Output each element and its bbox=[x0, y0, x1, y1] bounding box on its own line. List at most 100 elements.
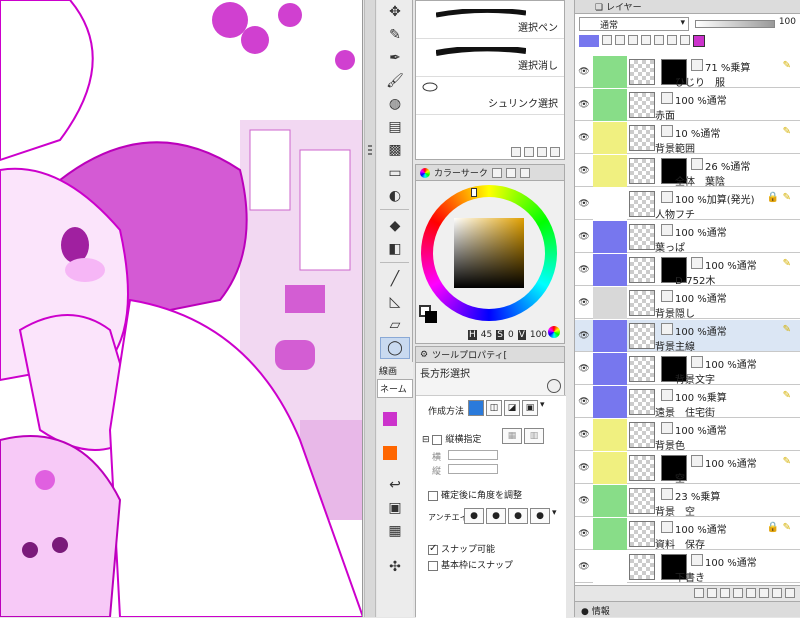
eye-icon[interactable]: 👁 bbox=[575, 287, 593, 319]
new-icon[interactable] bbox=[537, 147, 547, 157]
merge-down-icon[interactable] bbox=[733, 588, 743, 598]
layer-name[interactable]: 背景文字 bbox=[675, 371, 715, 386]
color-mode-icon[interactable] bbox=[548, 326, 560, 338]
eye-icon[interactable]: 👁 bbox=[575, 485, 593, 517]
layer-name[interactable]: D-752木 bbox=[675, 272, 715, 287]
layer-row[interactable]: 👁 100 %通常 下書き bbox=[575, 551, 800, 584]
add-selection-icon[interactable]: ◫ bbox=[486, 400, 502, 416]
layer-row[interactable]: 👁 100 %加算(発光) 人物フチ ✎ 🔒 bbox=[575, 188, 800, 221]
layer-name[interactable]: 背景 空 bbox=[655, 503, 695, 518]
fill-icon[interactable]: ◆ bbox=[380, 215, 410, 237]
info-panel-tab[interactable]: ● 情報 bbox=[575, 601, 800, 617]
hue-handle[interactable] bbox=[471, 188, 477, 197]
line-icon[interactable]: ╱ bbox=[380, 268, 410, 290]
aspect-option[interactable]: ⊟ 縦横指定 bbox=[422, 432, 481, 445]
reference-icon[interactable] bbox=[615, 35, 625, 45]
orange-color-swatch[interactable] bbox=[383, 446, 397, 460]
eye-icon[interactable]: 👁 bbox=[575, 56, 593, 88]
basic-frame-snap-checkbox[interactable] bbox=[428, 560, 438, 571]
opacity-value[interactable]: 100 bbox=[779, 17, 796, 27]
hue-ring[interactable] bbox=[421, 185, 557, 321]
opacity-slider[interactable] bbox=[695, 20, 775, 28]
settings-icon[interactable] bbox=[511, 147, 521, 157]
zoom-icon[interactable] bbox=[547, 379, 561, 393]
delete-layer-icon[interactable] bbox=[785, 588, 795, 598]
layer-row[interactable]: 👁 100 %通常 背景隠し bbox=[575, 287, 800, 320]
layer-row[interactable]: 👁 100 %通常 資料 保存 ✎ 🔒 bbox=[575, 518, 800, 551]
pen-icon[interactable]: ✒ bbox=[380, 47, 410, 69]
color-set-tab-icon[interactable] bbox=[491, 167, 502, 178]
layer-row[interactable]: 👁 100 %通常 背景色 bbox=[575, 419, 800, 452]
subtool-selection-eraser[interactable]: 選択消し bbox=[416, 39, 564, 77]
subtool-shrink-selection[interactable]: シュリンク選択 bbox=[416, 77, 564, 115]
mask-icon[interactable] bbox=[746, 588, 756, 598]
gradient-icon[interactable]: ◧ bbox=[380, 238, 410, 260]
blend-mode-select[interactable]: 通常 ▾ bbox=[579, 17, 689, 31]
lock-icon[interactable]: 🔒 bbox=[767, 522, 779, 533]
layer-name[interactable]: 背景主線 bbox=[655, 338, 695, 353]
layer-color-icon[interactable] bbox=[579, 35, 599, 47]
layer-name[interactable]: 遠景 住宅街 bbox=[655, 404, 715, 419]
height-field[interactable] bbox=[448, 464, 498, 474]
new-vector-layer-icon[interactable] bbox=[707, 588, 717, 598]
angle-checkbox[interactable] bbox=[428, 490, 438, 501]
angle-option[interactable]: 確定後に角度を調整 bbox=[428, 488, 522, 501]
layer-name[interactable]: 全体 葉陰 bbox=[675, 173, 725, 188]
eye-icon[interactable]: 👁 bbox=[575, 452, 593, 484]
layer-name[interactable]: 葉っぱ bbox=[655, 239, 685, 254]
eye-icon[interactable]: 👁 bbox=[575, 419, 593, 451]
collapse-icon[interactable]: ⊟ bbox=[422, 435, 430, 445]
drawing-canvas[interactable] bbox=[0, 0, 363, 617]
layer-name[interactable]: 人物フチ bbox=[655, 206, 695, 221]
width-field[interactable] bbox=[448, 450, 498, 460]
decoration-icon[interactable]: ▤ bbox=[380, 116, 410, 138]
color-panel-swatches[interactable] bbox=[419, 305, 437, 323]
subtract-selection-icon[interactable]: ◪ bbox=[504, 400, 520, 416]
ruler-icon[interactable]: ◺ bbox=[380, 291, 410, 313]
antialias-none-icon[interactable]: ● bbox=[464, 508, 484, 524]
eye-icon[interactable]: 👁 bbox=[575, 89, 593, 121]
eye-icon[interactable]: 👁 bbox=[575, 386, 593, 418]
layer-name[interactable]: 下書き bbox=[675, 569, 705, 584]
quick-label-name[interactable]: ネーム bbox=[377, 379, 413, 398]
eye-icon[interactable]: 👁 bbox=[575, 221, 593, 253]
lasso-select-icon[interactable]: ◯ bbox=[380, 337, 410, 359]
ruler-range-icon[interactable] bbox=[680, 35, 690, 45]
layer-name[interactable]: 空 bbox=[675, 470, 685, 485]
navigator-icon[interactable]: ✣ bbox=[380, 556, 410, 578]
aspect-ratio-icon[interactable]: ▥ bbox=[524, 428, 544, 444]
trash-icon[interactable] bbox=[550, 147, 560, 157]
mask-enable-icon[interactable] bbox=[667, 35, 677, 45]
snap-checkbox[interactable] bbox=[428, 543, 438, 555]
layer-row[interactable]: 👁 23 %乗算 背景 空 bbox=[575, 485, 800, 518]
basic-frame-snap-option[interactable]: 基本枠にスナップ bbox=[428, 558, 513, 571]
draft-icon[interactable] bbox=[628, 35, 638, 45]
move-icon[interactable]: ✥ bbox=[380, 1, 410, 23]
eye-icon[interactable]: 👁 bbox=[575, 155, 593, 187]
magenta-color-swatch[interactable] bbox=[383, 412, 397, 426]
snap-option[interactable]: スナップ可能 bbox=[428, 542, 495, 555]
copy-icon[interactable] bbox=[524, 147, 534, 157]
eye-icon[interactable]: 👁 bbox=[575, 320, 593, 352]
copy-layer-icon[interactable] bbox=[772, 588, 782, 598]
document-icon[interactable]: ▣ bbox=[380, 497, 410, 519]
panel-splitter[interactable] bbox=[364, 0, 376, 617]
undo-icon[interactable]: ↩ bbox=[380, 474, 410, 496]
color-history-tab-icon[interactable] bbox=[505, 167, 516, 178]
eye-icon[interactable]: 👁 bbox=[575, 254, 593, 286]
eye-icon[interactable]: 👁 bbox=[575, 551, 593, 583]
layer-row[interactable]: 👁 10 %通常 背景範囲 ✎ bbox=[575, 122, 800, 155]
lock-icon[interactable]: 🔒 bbox=[767, 192, 779, 203]
layer-row[interactable]: 👁 100 %通常 葉っぱ bbox=[575, 221, 800, 254]
lock-icon[interactable] bbox=[641, 35, 651, 45]
frame-icon[interactable]: ▱ bbox=[380, 314, 410, 336]
intersect-selection-icon[interactable]: ▣ bbox=[522, 400, 538, 416]
lock-transparent-icon[interactable] bbox=[654, 35, 664, 45]
new-selection-icon[interactable] bbox=[468, 400, 484, 416]
layer-name[interactable]: 赤面 bbox=[655, 107, 675, 122]
antialias-mid-icon[interactable]: ● bbox=[508, 508, 528, 524]
clip-icon[interactable] bbox=[602, 35, 612, 45]
subtool-selection-pen[interactable]: 選択ペン bbox=[416, 1, 564, 39]
chevron-down-icon[interactable]: ▾ bbox=[540, 400, 545, 416]
layer-row[interactable]: 👁 71 %乗算 ひじり 服 ✎ bbox=[575, 56, 800, 89]
